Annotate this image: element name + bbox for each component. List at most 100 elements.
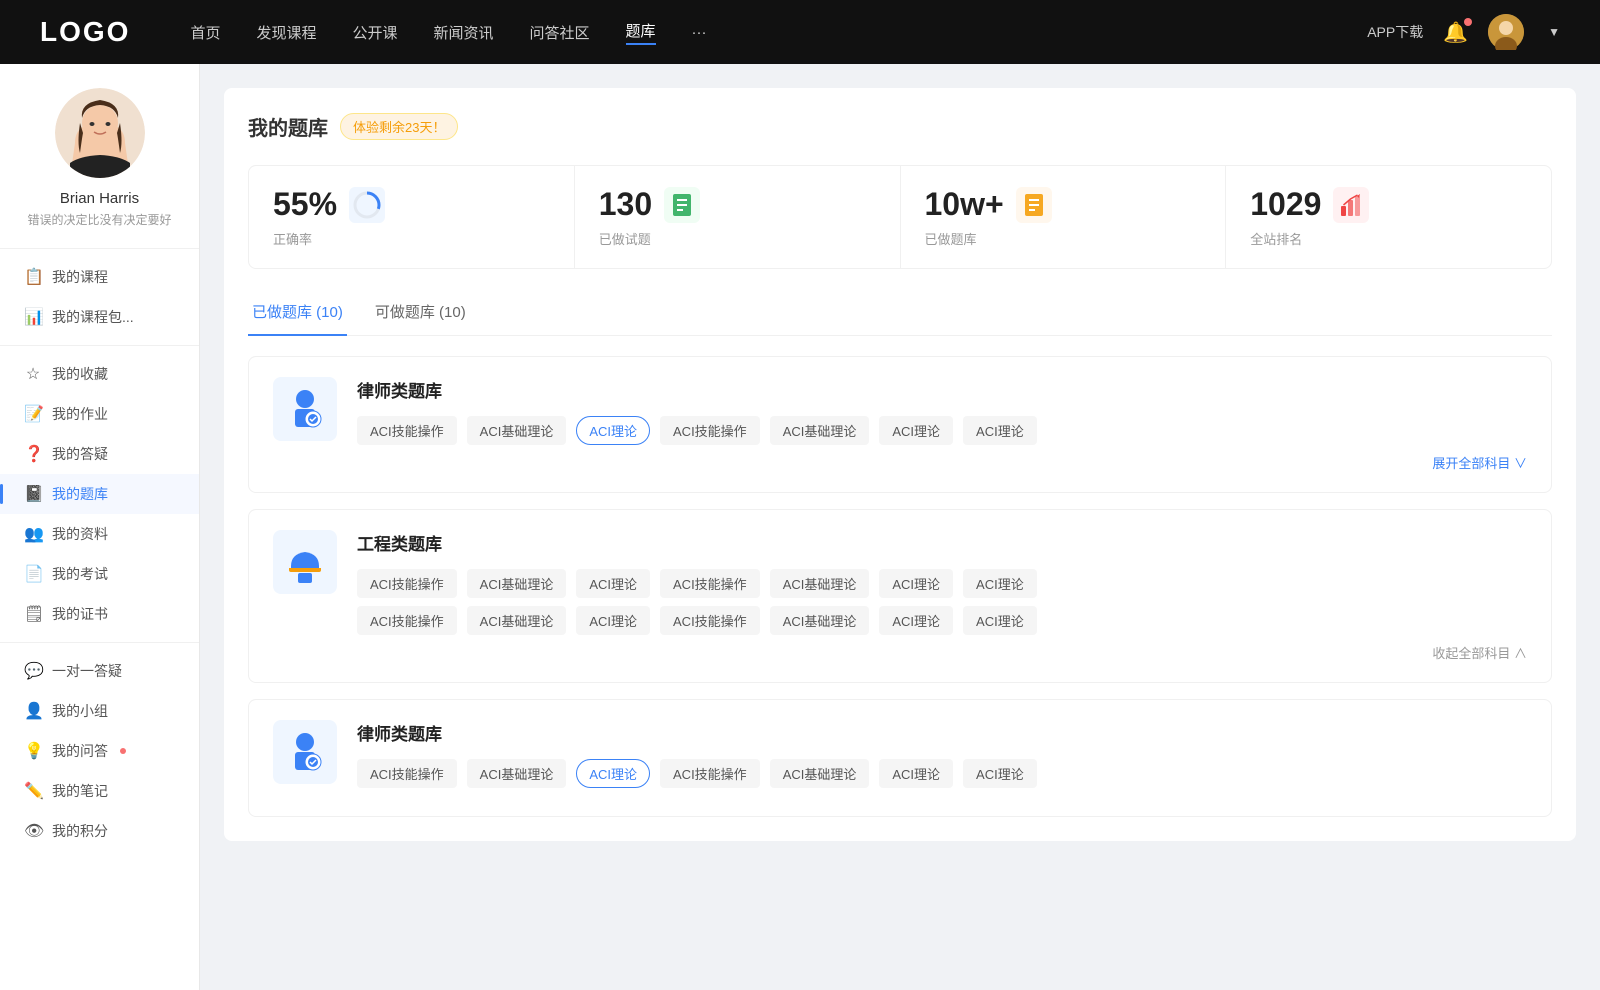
tag[interactable]: ACI技能操作 bbox=[660, 416, 760, 445]
expand-lawyer1-btn[interactable]: 展开全部科目 ∨ bbox=[357, 453, 1527, 472]
stat-done-banks-top: 10w+ bbox=[925, 186, 1202, 223]
homework-icon: 📝 bbox=[24, 404, 42, 424]
pie-chart-svg bbox=[353, 191, 381, 219]
tag[interactable]: ACI理论 bbox=[879, 416, 953, 445]
tab-available[interactable]: 可做题库 (10) bbox=[371, 293, 470, 336]
header-right: APP下载 🔔 ▼ bbox=[1367, 14, 1560, 50]
main-nav: 首页 发现课程 公开课 新闻资讯 问答社区 题库 ··· bbox=[190, 20, 1367, 45]
tag[interactable]: ACI理论 bbox=[879, 606, 953, 635]
stat-done-questions-top: 130 bbox=[599, 186, 876, 223]
sidebar-item-qa[interactable]: ❓ 我的答疑 bbox=[0, 434, 199, 474]
qbank-engineering-tags-row1: ACI技能操作 ACI基础理论 ACI理论 ACI技能操作 ACI基础理论 AC… bbox=[357, 569, 1527, 598]
nav-more[interactable]: ··· bbox=[692, 24, 707, 41]
qbank-lawyer1-content: 律师类题库 ACI技能操作 ACI基础理论 ACI理论 ACI技能操作 ACI基… bbox=[357, 377, 1527, 472]
tag[interactable]: ACI技能操作 bbox=[660, 606, 760, 635]
layout: Brian Harris 错误的决定比没有决定要好 📋 我的课程 📊 我的课程包… bbox=[0, 64, 1600, 990]
tag-active[interactable]: ACI理论 bbox=[576, 759, 650, 788]
sidebar-label-qbank: 我的题库 bbox=[52, 484, 108, 504]
qbank-list: 律师类题库 ACI技能操作 ACI基础理论 ACI理论 ACI技能操作 ACI基… bbox=[248, 356, 1552, 817]
tag[interactable]: ACI技能操作 bbox=[357, 606, 457, 635]
nav-open-course[interactable]: 公开课 bbox=[352, 22, 397, 43]
tag[interactable]: ACI技能操作 bbox=[660, 569, 760, 598]
sidebar-item-cert[interactable]: 🗒 我的证书 bbox=[0, 594, 199, 634]
sidebar-item-notes[interactable]: ✏️ 我的笔记 bbox=[0, 771, 199, 811]
tag[interactable]: ACI基础理论 bbox=[770, 416, 870, 445]
collapse-engineering-btn[interactable]: 收起全部科目 ∧ bbox=[357, 643, 1527, 662]
header: LOGO 首页 发现课程 公开课 新闻资讯 问答社区 题库 ··· APP下载 … bbox=[0, 0, 1600, 64]
tag[interactable]: ACI理论 bbox=[576, 569, 650, 598]
stat-accuracy-top: 55% bbox=[273, 186, 550, 223]
course-icon: 📋 bbox=[24, 267, 42, 287]
tag[interactable]: ACI技能操作 bbox=[660, 759, 760, 788]
nav-discover[interactable]: 发现课程 bbox=[256, 22, 316, 43]
tag[interactable]: ACI理论 bbox=[963, 759, 1037, 788]
tag[interactable]: ACI基础理论 bbox=[770, 759, 870, 788]
sidebar-item-questions[interactable]: 💡 我的问答 bbox=[0, 731, 199, 771]
sidebar-item-qbank[interactable]: 📓 我的题库 bbox=[0, 474, 199, 514]
tag[interactable]: ACI理论 bbox=[963, 416, 1037, 445]
sidebar-item-group[interactable]: 👤 我的小组 bbox=[0, 691, 199, 731]
tag[interactable]: ACI技能操作 bbox=[357, 759, 457, 788]
sidebar-label-group: 我的小组 bbox=[52, 701, 108, 721]
tag[interactable]: ACI技能操作 bbox=[357, 569, 457, 598]
content-card: 我的题库 体验剩余23天！ 55% bbox=[224, 88, 1576, 841]
user-avatar[interactable] bbox=[1488, 14, 1524, 50]
data-icon: 👥 bbox=[24, 524, 42, 544]
tag[interactable]: ACI基础理论 bbox=[770, 569, 870, 598]
logo[interactable]: LOGO bbox=[40, 16, 130, 48]
nav-qbank[interactable]: 题库 bbox=[626, 20, 656, 45]
tag[interactable]: ACI基础理论 bbox=[467, 606, 567, 635]
qbank-lawyer1-icon bbox=[273, 377, 337, 441]
stats-row: 55% 正确率 130 bbox=[248, 165, 1552, 269]
notification-badge bbox=[1464, 18, 1472, 26]
tag[interactable]: ACI技能操作 bbox=[357, 416, 457, 445]
sidebar-item-data[interactable]: 👥 我的资料 bbox=[0, 514, 199, 554]
one-on-one-icon: 💬 bbox=[24, 661, 42, 681]
user-menu-chevron[interactable]: ▼ bbox=[1548, 25, 1560, 39]
tab-done[interactable]: 已做题库 (10) bbox=[248, 293, 347, 336]
sidebar-item-course-pack[interactable]: 📊 我的课程包... bbox=[0, 297, 199, 337]
stat-accuracy-value: 55% bbox=[273, 186, 337, 223]
lawyer-svg-1 bbox=[283, 387, 327, 431]
sidebar: Brian Harris 错误的决定比没有决定要好 📋 我的课程 📊 我的课程包… bbox=[0, 64, 200, 990]
course-pack-icon: 📊 bbox=[24, 307, 42, 327]
nav-divider-2 bbox=[0, 642, 199, 643]
tag[interactable]: ACI理论 bbox=[879, 569, 953, 598]
helmet-svg bbox=[283, 540, 327, 584]
app-download-btn[interactable]: APP下载 bbox=[1367, 22, 1423, 42]
nav-home[interactable]: 首页 bbox=[190, 22, 220, 43]
profile-avatar bbox=[55, 88, 145, 178]
sidebar-label-qa: 我的答疑 bbox=[52, 444, 108, 464]
sidebar-item-points[interactable]: 👁 我的积分 bbox=[0, 811, 199, 851]
tag[interactable]: ACI理论 bbox=[963, 606, 1037, 635]
stat-done-questions-icon bbox=[664, 187, 700, 223]
tag[interactable]: ACI理论 bbox=[576, 606, 650, 635]
stat-ranking-value: 1029 bbox=[1250, 186, 1321, 223]
sidebar-item-exam[interactable]: 📄 我的考试 bbox=[0, 554, 199, 594]
notes-icon: ✏️ bbox=[24, 781, 42, 801]
qbank-engineering-content: 工程类题库 ACI技能操作 ACI基础理论 ACI理论 ACI技能操作 ACI基… bbox=[357, 530, 1527, 662]
nav-divider-1 bbox=[0, 345, 199, 346]
notification-bell[interactable]: 🔔 bbox=[1443, 20, 1468, 45]
stat-done-questions-value: 130 bbox=[599, 186, 652, 223]
sidebar-item-my-course[interactable]: 📋 我的课程 bbox=[0, 257, 199, 297]
sidebar-label-course-pack: 我的课程包... bbox=[52, 307, 134, 327]
nav-qa[interactable]: 问答社区 bbox=[530, 22, 590, 43]
qbank-lawyer2-icon bbox=[273, 720, 337, 784]
tag[interactable]: ACI基础理论 bbox=[467, 759, 567, 788]
stat-done-banks-label: 已做题库 bbox=[925, 229, 1202, 248]
sidebar-item-favorites[interactable]: ☆ 我的收藏 bbox=[0, 354, 199, 394]
tag[interactable]: ACI基础理论 bbox=[467, 569, 567, 598]
tag[interactable]: ACI基础理论 bbox=[467, 416, 567, 445]
tag-active[interactable]: ACI理论 bbox=[576, 416, 650, 445]
sidebar-item-one-on-one[interactable]: 💬 一对一答疑 bbox=[0, 651, 199, 691]
tag[interactable]: ACI基础理论 bbox=[770, 606, 870, 635]
avatar-svg bbox=[1488, 14, 1524, 50]
sidebar-label-points: 我的积分 bbox=[52, 821, 108, 841]
tag[interactable]: ACI理论 bbox=[879, 759, 953, 788]
profile-motto: 错误的决定比没有决定要好 bbox=[27, 211, 171, 228]
stat-accuracy: 55% 正确率 bbox=[249, 166, 575, 268]
tag[interactable]: ACI理论 bbox=[963, 569, 1037, 598]
sidebar-item-homework[interactable]: 📝 我的作业 bbox=[0, 394, 199, 434]
nav-news[interactable]: 新闻资讯 bbox=[434, 22, 494, 43]
